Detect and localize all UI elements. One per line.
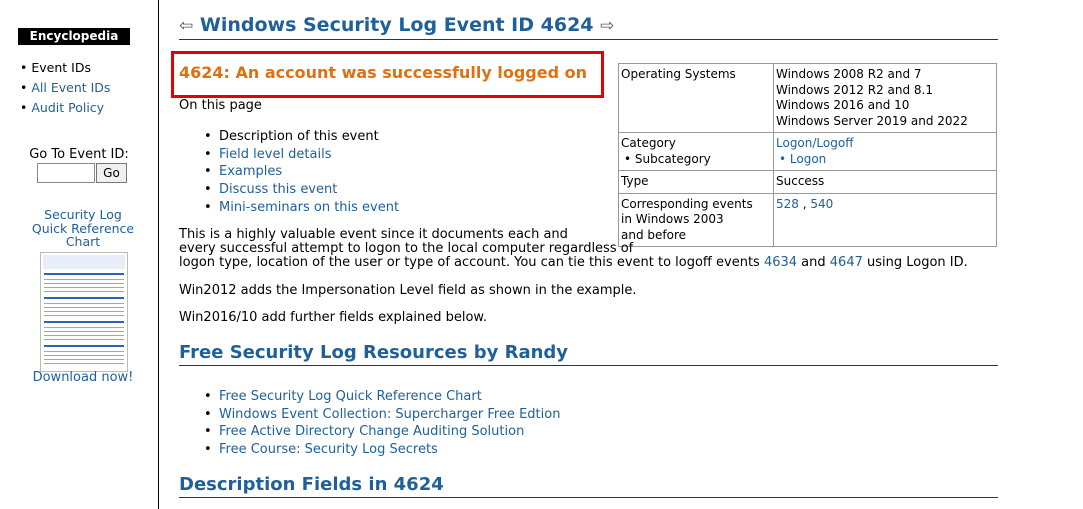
description-fields-heading: Description Fields in 4624: [179, 474, 444, 495]
corresponding-events-values: 528 , 540: [773, 192, 997, 247]
qrc-line-2: Quick Reference: [31, 220, 135, 236]
os-value: Windows 2008 R2 and 7: [776, 67, 922, 81]
resource-event-collection[interactable]: Windows Event Collection: Supercharger F…: [204, 406, 560, 424]
event-link-4634[interactable]: 4634: [764, 255, 797, 270]
go-button[interactable]: Go: [96, 163, 127, 183]
win2012-note: Win2012 adds the Impersonation Level fie…: [179, 283, 637, 298]
os-values: Windows 2008 R2 and 7 Windows 2012 R2 an…: [773, 63, 997, 133]
para-line: every successful attempt to logon to the…: [179, 241, 634, 256]
toc-item-description: Description of this event: [204, 128, 399, 146]
toc-item-field-details[interactable]: Field level details: [204, 146, 399, 164]
on-this-page-label: On this page: [179, 98, 262, 113]
goto-event-label: Go To Event ID:: [29, 147, 129, 162]
corr-line-2: in Windows 2003: [621, 212, 724, 226]
resources-heading: Free Security Log Resources by Randy: [179, 342, 569, 363]
category-labels: Category • Subcategory: [618, 132, 774, 171]
title-divider: [179, 39, 998, 40]
corr-line-1: Corresponding events: [621, 196, 753, 211]
os-label: Operating Systems: [618, 63, 774, 133]
type-value: Success: [773, 170, 997, 194]
sidebar-item-audit-policy[interactable]: Audit Policy: [20, 100, 110, 120]
subcategory-label: • Subcategory: [624, 151, 711, 166]
resource-quick-reference-chart[interactable]: Free Security Log Quick Reference Chart: [204, 388, 560, 406]
qrc-line-1: Security Log: [44, 207, 122, 222]
table-row: Type Success: [618, 170, 997, 194]
os-value: Windows 2016 and 10: [776, 98, 910, 112]
qrc-line-3: Chart: [65, 234, 101, 249]
corr-separator: ,: [798, 196, 811, 211]
quick-reference-chart-thumbnail[interactable]: [40, 252, 128, 372]
description-fields-divider: [179, 497, 998, 498]
event-subtitle: 4624: An account was successfully logged…: [179, 63, 588, 82]
sidebar-item-event-ids: Event IDs: [20, 60, 110, 80]
win2016-note: Win2016/10 add further fields explained …: [179, 310, 488, 325]
resource-ad-change-auditing[interactable]: Free Active Directory Change Auditing So…: [204, 423, 560, 441]
subcategory-link[interactable]: • Logon: [776, 152, 994, 168]
para-text: using Logon ID.: [862, 255, 968, 270]
table-row: Category • Subcategory Logon/Logoff • Lo…: [618, 132, 997, 171]
sidebar-nav: Event IDs All Event IDs Audit Policy: [20, 60, 110, 120]
encyclopedia-badge: Encyclopedia: [18, 28, 130, 45]
description-paragraph: This is a highly valuable event since it…: [179, 227, 968, 270]
toc-item-mini-seminars[interactable]: Mini-seminars on this event: [204, 199, 399, 217]
sidebar-item-all-event-ids[interactable]: All Event IDs: [20, 80, 110, 100]
toc-item-examples[interactable]: Examples: [204, 163, 399, 181]
os-value: Windows 2012 R2 and 8.1: [776, 82, 933, 97]
next-arrow-icon[interactable]: ⇨: [600, 16, 614, 36]
para-text: logon type, location of the user or type…: [179, 255, 764, 270]
os-value: Windows Server 2019 and 2022: [776, 113, 968, 128]
table-row: Operating Systems Windows 2008 R2 and 7 …: [618, 63, 997, 133]
prev-arrow-icon[interactable]: ⇦: [179, 16, 193, 36]
event-info-table: Operating Systems Windows 2008 R2 and 7 …: [618, 63, 997, 247]
page-title-row: ⇦ Windows Security Log Event ID 4624 ⇨: [179, 14, 614, 36]
resources-divider: [179, 365, 998, 366]
sidebar: Encyclopedia Event IDs All Event IDs Aud…: [0, 0, 159, 509]
event-link-528[interactable]: 528: [776, 197, 799, 211]
para-text: and: [797, 255, 830, 270]
type-label: Type: [618, 170, 774, 194]
quick-reference-link[interactable]: Security Log Quick Reference Chart: [20, 208, 146, 249]
event-link-540[interactable]: 540: [810, 197, 833, 211]
toc-item-discuss[interactable]: Discuss this event: [204, 181, 399, 199]
toc-list: Description of this event Field level de…: [204, 128, 399, 217]
para-line: This is a highly valuable event since it…: [179, 227, 568, 242]
para-line: logon type, location of the user or type…: [179, 256, 968, 270]
download-link[interactable]: Download now!: [20, 370, 146, 385]
category-link[interactable]: Logon/Logoff: [776, 136, 994, 152]
page-title: Windows Security Log Event ID 4624: [199, 14, 594, 36]
event-id-input[interactable]: [37, 163, 95, 183]
resources-list: Free Security Log Quick Reference Chart …: [204, 388, 560, 459]
event-link-4647[interactable]: 4647: [830, 255, 863, 270]
category-values: Logon/Logoff • Logon: [773, 132, 997, 171]
category-label: Category: [621, 136, 676, 150]
resource-course[interactable]: Free Course: Security Log Secrets: [204, 441, 560, 459]
